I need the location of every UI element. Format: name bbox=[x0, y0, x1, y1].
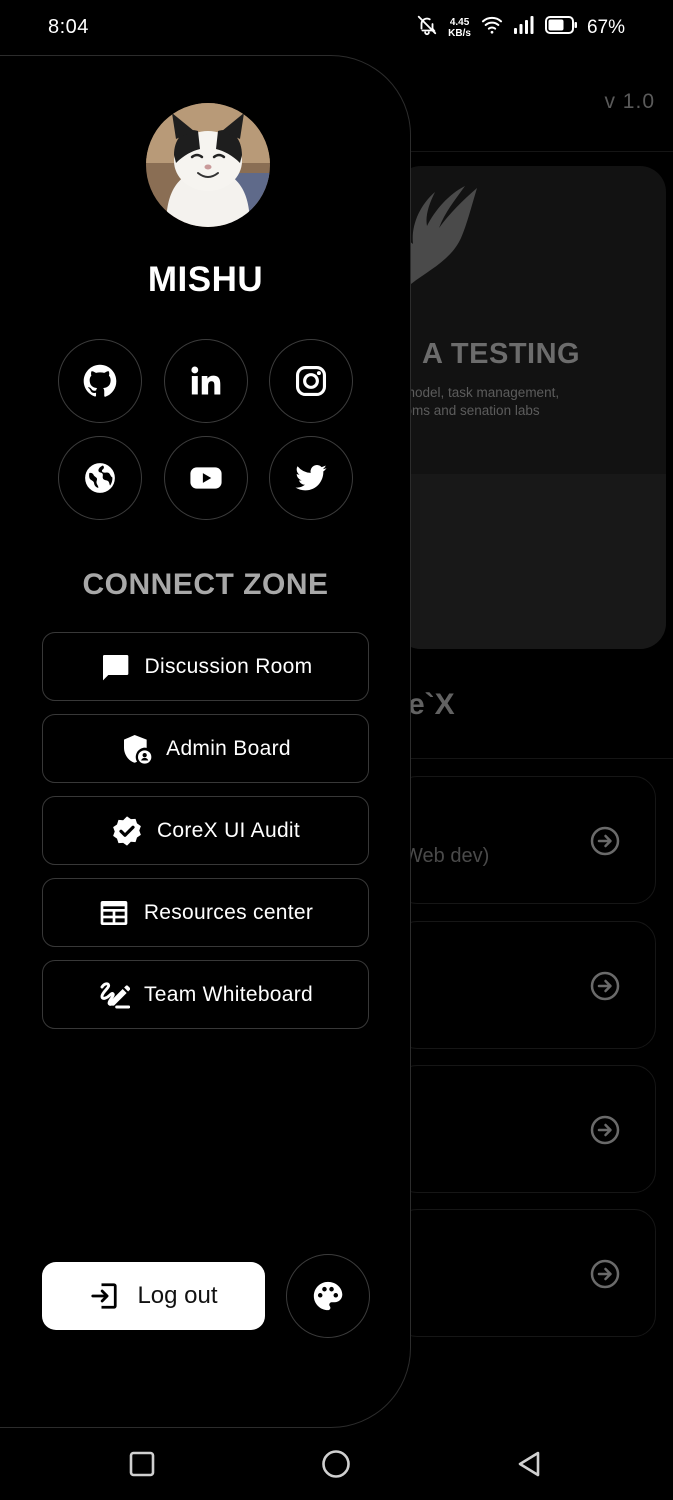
section-divider bbox=[410, 758, 673, 759]
youtube-button[interactable] bbox=[164, 436, 248, 520]
logout-label: Log out bbox=[137, 1282, 218, 1309]
hero-card: A TESTING l model, task management, ooms… bbox=[395, 166, 666, 649]
github-icon bbox=[83, 364, 117, 397]
menu-item-label: Team Whiteboard bbox=[143, 982, 314, 1006]
menu-item-label: CoreX UI Audit bbox=[156, 818, 301, 842]
arrow-circle-right-icon[interactable] bbox=[589, 825, 621, 857]
home-icon bbox=[322, 1450, 350, 1478]
network-speed-unit: KB/s bbox=[448, 27, 471, 39]
menu-item-team-whiteboard[interactable]: Team Whiteboard bbox=[42, 960, 369, 1029]
arrow-circle-right-icon[interactable] bbox=[589, 970, 621, 1002]
status-time: 8:04 bbox=[48, 16, 89, 38]
battery-percent: 67% bbox=[586, 16, 625, 38]
menu-item-resources-center[interactable]: Resources center bbox=[42, 878, 369, 947]
linkedin-icon bbox=[191, 366, 221, 395]
connect-zone-title: CONNECT ZONE bbox=[82, 568, 329, 601]
back-button[interactable] bbox=[511, 1446, 547, 1482]
status-icons: 4.45 KB/s 67% bbox=[416, 14, 625, 41]
theme-button[interactable] bbox=[286, 1254, 370, 1338]
arrow-circle-right-icon[interactable] bbox=[589, 1114, 621, 1146]
palette-icon bbox=[313, 1281, 343, 1311]
website-button[interactable] bbox=[58, 436, 142, 520]
menu-item-admin-board[interactable]: Admin Board bbox=[42, 714, 369, 783]
header-divider bbox=[410, 151, 673, 152]
battery-icon bbox=[544, 16, 577, 39]
verified-badge-icon bbox=[113, 815, 141, 846]
user-name: MISHU bbox=[147, 260, 264, 299]
twitter-icon bbox=[295, 465, 327, 491]
shield-user-icon bbox=[124, 734, 152, 764]
project-card[interactable] bbox=[395, 1209, 656, 1337]
project-card[interactable]: Web dev) bbox=[395, 776, 656, 904]
app-version: v 1.0 bbox=[604, 90, 655, 113]
linkedin-button[interactable] bbox=[164, 339, 248, 423]
globe-icon bbox=[85, 463, 115, 493]
instagram-icon bbox=[295, 365, 327, 397]
logout-icon bbox=[91, 1283, 118, 1309]
signal-icon bbox=[513, 15, 535, 40]
wifi-icon bbox=[481, 15, 503, 40]
recents-icon bbox=[129, 1451, 155, 1477]
avatar[interactable] bbox=[146, 103, 270, 227]
youtube-icon bbox=[190, 467, 222, 489]
project-card[interactable] bbox=[395, 1065, 656, 1193]
instagram-button[interactable] bbox=[269, 339, 353, 423]
navigation-drawer[interactable]: MISHU CONNECT ZONE Discussion Room Admin… bbox=[0, 55, 411, 1428]
hero-description: l model, task management, ooms and senat… bbox=[397, 385, 560, 418]
section-title: e`X bbox=[408, 688, 455, 721]
menu-item-label: Resources center bbox=[143, 900, 314, 924]
avatar-cat-image bbox=[146, 103, 270, 227]
mute-bell-icon bbox=[416, 14, 438, 41]
resources-icon bbox=[100, 900, 128, 925]
arrow-circle-right-icon[interactable] bbox=[589, 1258, 621, 1290]
network-speed-value: 4.45 bbox=[449, 16, 470, 28]
recents-button[interactable] bbox=[124, 1446, 160, 1482]
menu-item-corex-ui-audit[interactable]: CoreX UI Audit bbox=[42, 796, 369, 865]
draw-icon bbox=[100, 981, 130, 1008]
menu-item-discussion-room[interactable]: Discussion Room bbox=[42, 632, 369, 701]
hero-card-lower bbox=[395, 474, 666, 649]
back-icon bbox=[518, 1451, 540, 1477]
github-button[interactable] bbox=[58, 339, 142, 423]
project-card[interactable] bbox=[395, 921, 656, 1049]
logout-button[interactable]: Log out bbox=[42, 1262, 265, 1330]
system-navigation-bar bbox=[0, 1428, 673, 1500]
menu-item-label: Discussion Room bbox=[144, 654, 313, 678]
status-bar: 8:04 4.45 KB/s 67% bbox=[0, 0, 673, 56]
wing-logo-icon bbox=[402, 186, 477, 284]
home-button[interactable] bbox=[318, 1446, 354, 1482]
menu-item-label: Admin Board bbox=[166, 736, 291, 760]
project-card-text: Web dev) bbox=[404, 845, 490, 867]
twitter-button[interactable] bbox=[269, 436, 353, 520]
chat-icon bbox=[102, 654, 128, 680]
network-speed: 4.45 KB/s bbox=[448, 17, 471, 39]
hero-title: A TESTING bbox=[422, 338, 581, 370]
